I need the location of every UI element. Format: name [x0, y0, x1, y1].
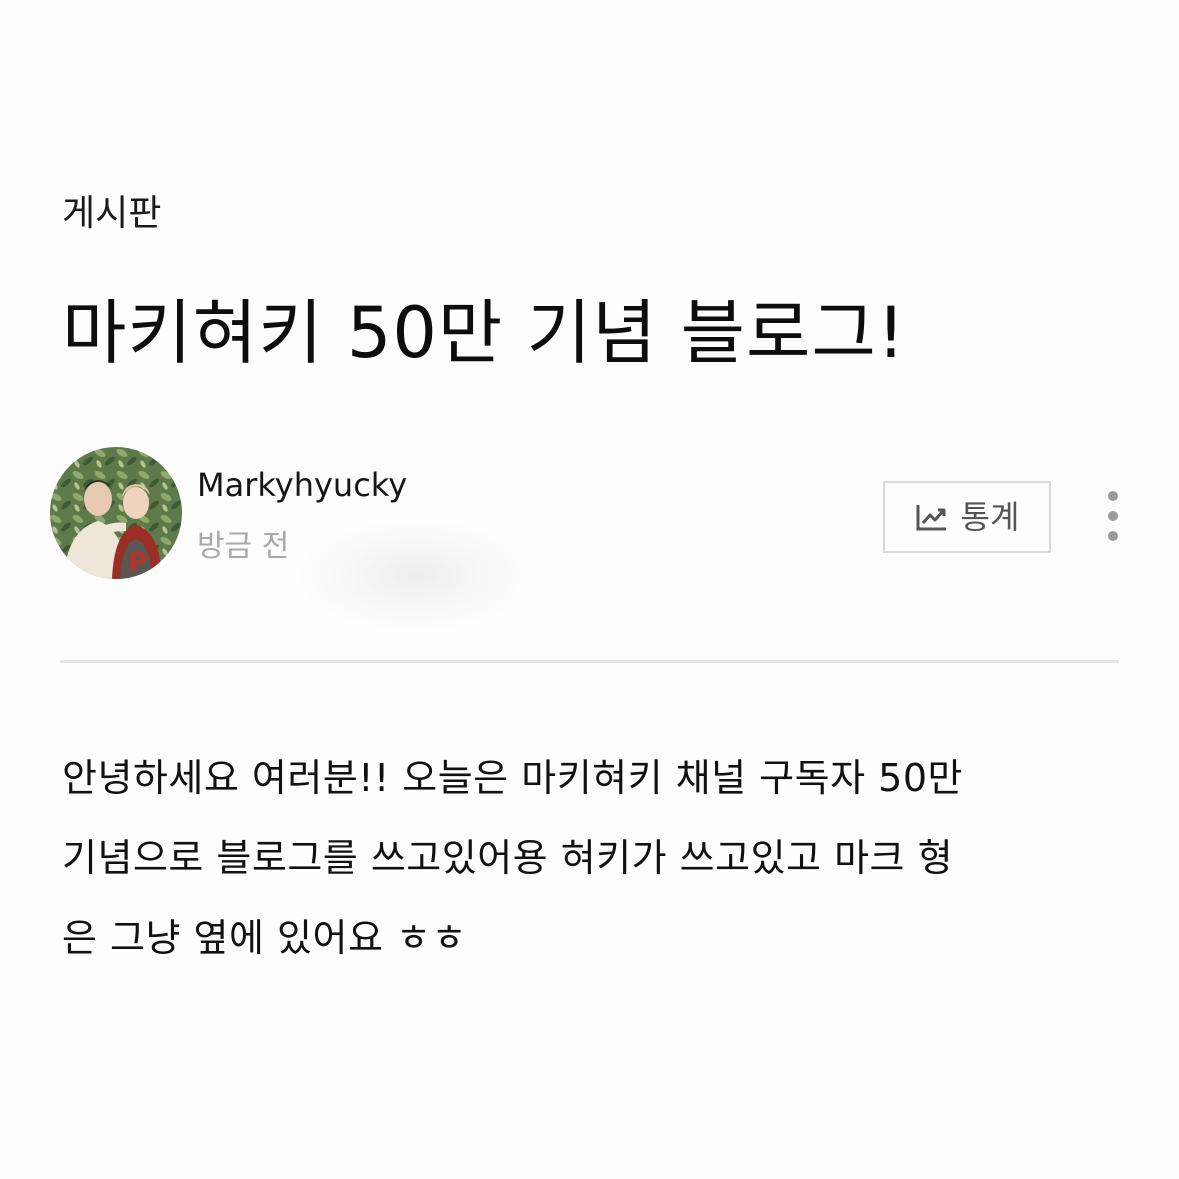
post-timestamp: 방금 전 [197, 529, 290, 564]
vertical-ellipsis-icon [1108, 491, 1118, 541]
more-options-button[interactable] [1098, 488, 1128, 548]
avatar[interactable]: P [50, 447, 182, 579]
trend-chart-icon [915, 502, 949, 532]
blurred-region [300, 520, 530, 630]
post-body-line: 은 그냥 옆에 있어요 ㅎㅎ [62, 916, 467, 960]
svg-text:P: P [128, 548, 147, 578]
post-title: 마키혀키 50만 기념 블로그! [62, 292, 906, 374]
post-body-line: 기념으로 블로그를 쓰고있어용 혀키가 쓰고있고 마크 형 [62, 836, 954, 880]
board-label[interactable]: 게시판 [62, 192, 161, 236]
post-body-line: 안녕하세요 여러분!! 오늘은 마키혀키 채널 구독자 50만 [62, 756, 963, 800]
header-divider [60, 660, 1119, 663]
stats-label: 통계 [960, 498, 1020, 536]
author-name[interactable]: Markyhyucky [197, 465, 407, 505]
stats-button[interactable]: 통계 [883, 481, 1051, 553]
